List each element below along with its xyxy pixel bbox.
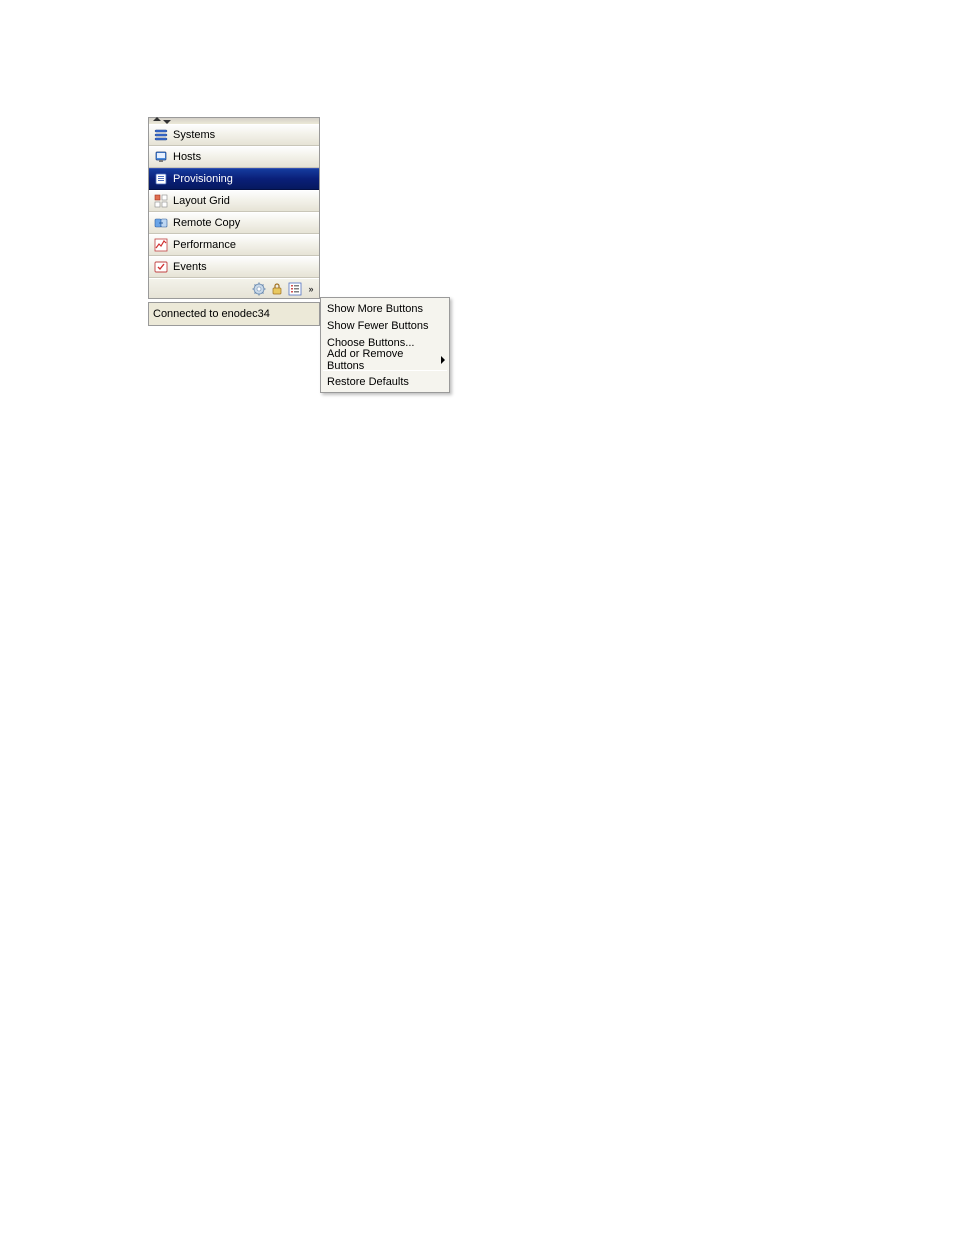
panel-grip[interactable] <box>149 118 319 124</box>
menu-item-show-fewer-buttons[interactable]: Show Fewer Buttons <box>321 317 449 334</box>
menu-item-label: Add or Remove Buttons <box>327 348 443 372</box>
nav-item-label: Remote Copy <box>173 217 240 229</box>
buttons-context-menu: Show More Buttons Show Fewer Buttons Cho… <box>320 297 450 393</box>
systems-icon <box>153 127 169 143</box>
nav-item-provisioning[interactable]: Provisioning <box>149 168 319 190</box>
menu-item-show-more-buttons[interactable]: Show More Buttons <box>321 300 449 317</box>
nav-item-label: Events <box>173 261 207 273</box>
layout-grid-icon <box>153 193 169 209</box>
overflow-chevron-icon[interactable]: » <box>305 281 317 297</box>
hosts-icon <box>153 149 169 165</box>
menu-item-label: Restore Defaults <box>327 376 409 388</box>
nav-item-events[interactable]: Events <box>149 256 319 278</box>
nav-item-performance[interactable]: Performance <box>149 234 319 256</box>
navigation-button-bar: » <box>149 278 319 298</box>
navigation-panel: Systems Hosts Provisioning <box>148 117 320 299</box>
nav-item-remote-copy[interactable]: Remote Copy <box>149 212 319 234</box>
nav-item-label: Performance <box>173 239 236 251</box>
nav-item-hosts[interactable]: Hosts <box>149 146 319 168</box>
menu-item-restore-defaults[interactable]: Restore Defaults <box>321 373 449 390</box>
menu-item-label: Show More Buttons <box>327 303 423 315</box>
nav-item-systems[interactable]: Systems <box>149 124 319 146</box>
list-icon[interactable] <box>287 281 303 297</box>
status-text: Connected to enodec34 <box>153 308 270 320</box>
nav-item-layout-grid[interactable]: Layout Grid <box>149 190 319 212</box>
gear-icon[interactable] <box>251 281 267 297</box>
lock-icon[interactable] <box>269 281 285 297</box>
menu-item-label: Show Fewer Buttons <box>327 320 429 332</box>
submenu-arrow-icon <box>441 356 445 364</box>
remote-copy-icon <box>153 215 169 231</box>
performance-icon <box>153 237 169 253</box>
provisioning-icon <box>153 171 169 187</box>
nav-item-label: Provisioning <box>173 173 233 185</box>
events-icon <box>153 259 169 275</box>
nav-item-label: Systems <box>173 129 215 141</box>
nav-item-label: Layout Grid <box>173 195 230 207</box>
status-bar: Connected to enodec34 <box>148 302 320 326</box>
nav-item-label: Hosts <box>173 151 201 163</box>
menu-item-add-remove-buttons[interactable]: Add or Remove Buttons <box>321 351 449 368</box>
